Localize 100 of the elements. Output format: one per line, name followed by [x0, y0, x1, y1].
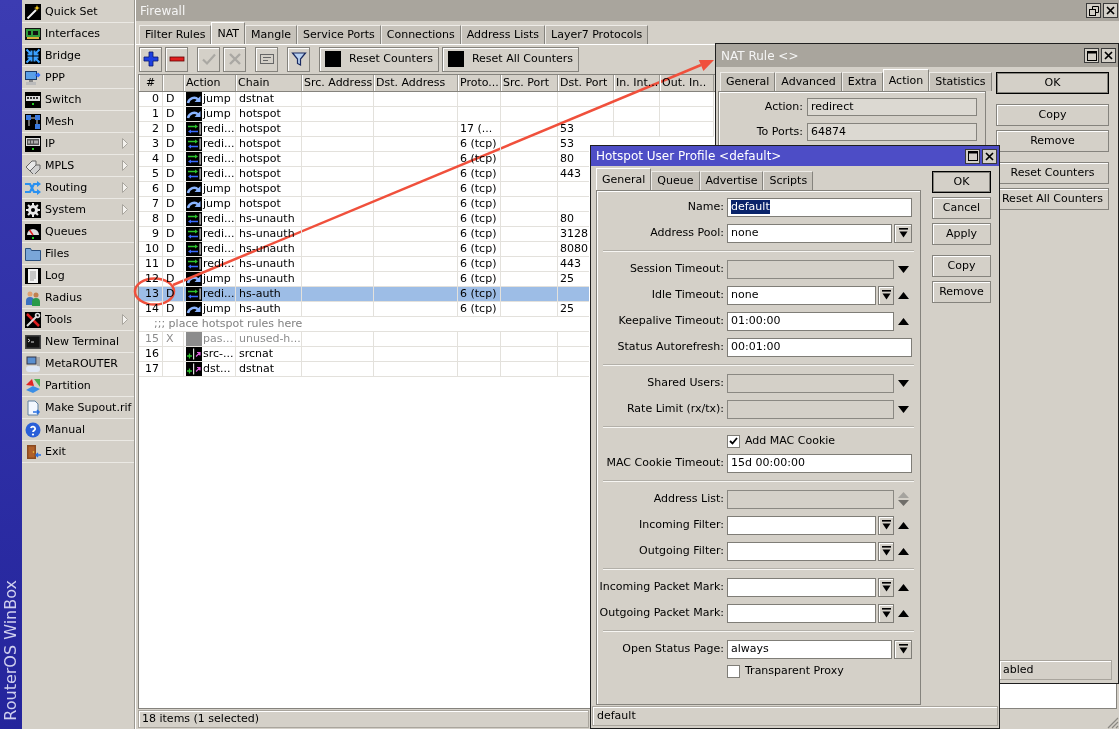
dropdown-button[interactable] — [894, 639, 912, 659]
tab[interactable]: Advertise — [699, 171, 764, 190]
input-field[interactable] — [727, 603, 876, 623]
dropdown-button[interactable] — [878, 515, 894, 535]
input-field[interactable]: 01:00:00 — [727, 311, 894, 331]
tab[interactable]: Address Lists — [460, 25, 545, 44]
shapes-icon — [25, 377, 41, 394]
menu-item[interactable]: New Terminal — [22, 331, 134, 353]
table-cell: 6 (tcp) — [458, 287, 501, 301]
tab[interactable]: Layer7 Protocols — [545, 25, 649, 44]
dropdown-button[interactable] — [878, 285, 894, 305]
down-triangle-icon[interactable] — [897, 405, 909, 413]
menu-item[interactable]: Bridge — [22, 45, 134, 67]
menu-item[interactable]: Switch — [22, 89, 134, 111]
comment-row[interactable]: ;;; place hotspot rules here — [139, 317, 589, 332]
menu-item[interactable]: Partition — [22, 375, 134, 397]
tab[interactable]: Service Ports — [297, 25, 381, 44]
tab[interactable]: Advanced — [775, 72, 842, 91]
checkbox[interactable] — [727, 664, 740, 678]
input-field[interactable]: 15d 00:00:00 — [727, 453, 912, 473]
input-field[interactable] — [727, 515, 876, 535]
close-button[interactable] — [1101, 48, 1116, 63]
input-field[interactable]: default — [727, 197, 912, 217]
dialog-button[interactable]: Cancel — [932, 197, 991, 219]
up-triangle-icon[interactable] — [897, 317, 909, 325]
input-field[interactable]: redirect — [807, 98, 977, 116]
close-button[interactable] — [1103, 3, 1118, 18]
input-field[interactable]: none — [727, 285, 876, 305]
table-row[interactable]: 17 dst... dstnat — [139, 362, 589, 377]
document-icon — [25, 267, 41, 284]
menu-item[interactable]: MetaROUTER — [22, 353, 134, 375]
menu-item[interactable]: Quick Set — [22, 1, 134, 23]
resize-grip-icon[interactable] — [1105, 715, 1119, 729]
menu-item[interactable]: Log — [22, 265, 134, 287]
maximize-button[interactable] — [965, 148, 980, 164]
menu-item[interactable]: Files — [22, 243, 134, 265]
checkbox[interactable] — [727, 434, 740, 448]
up-triangle-icon[interactable] — [897, 583, 909, 591]
tab[interactable]: NAT — [211, 22, 246, 44]
tab[interactable]: Extra — [841, 72, 883, 91]
dialog-button[interactable]: Copy — [932, 255, 991, 277]
maximize-button[interactable] — [1084, 48, 1099, 63]
menu-item[interactable]: Interfaces — [22, 23, 134, 45]
dropdown-button[interactable] — [878, 577, 894, 597]
restore-button[interactable] — [1086, 3, 1101, 18]
tab[interactable]: General — [720, 72, 776, 91]
table-cell: 15 — [139, 332, 163, 346]
menu-item[interactable]: Radius — [22, 287, 134, 309]
tab[interactable]: Action — [882, 69, 930, 91]
menu-item[interactable]: PPP — [22, 67, 134, 89]
computer-cloud-icon — [25, 355, 41, 372]
dropdown-button[interactable] — [878, 603, 894, 623]
close-icon — [985, 151, 994, 161]
tab[interactable]: Connections — [380, 25, 461, 44]
input-field[interactable] — [727, 541, 876, 561]
down-triangle-icon[interactable] — [897, 379, 909, 387]
input-field[interactable]: 64874 — [807, 123, 977, 141]
input-field[interactable] — [727, 577, 876, 597]
menu-item[interactable]: System — [22, 199, 134, 221]
up-triangle-icon[interactable] — [897, 547, 909, 555]
tab[interactable]: Statistics — [929, 72, 992, 91]
menu-item[interactable]: Tools — [22, 309, 134, 331]
dialog-button[interactable]: Copy — [996, 104, 1109, 126]
menu-item[interactable]: Manual — [22, 419, 134, 441]
table-cell: 9 — [139, 227, 163, 241]
dialog-button[interactable]: Remove — [932, 281, 991, 303]
menu-item[interactable]: Exit — [22, 441, 134, 463]
menu-item[interactable]: MPLS — [22, 155, 134, 177]
up-triangle-icon[interactable] — [897, 291, 909, 299]
menu-item[interactable]: Mesh — [22, 111, 134, 133]
menu-item[interactable]: Make Supout.rif — [22, 397, 134, 419]
restore-icon — [1088, 5, 1099, 16]
dropdown-button[interactable] — [878, 541, 894, 561]
menu-item[interactable]: IP — [22, 133, 134, 155]
tab[interactable]: Scripts — [763, 171, 814, 190]
dialog-button[interactable]: Apply — [932, 223, 991, 245]
up-triangle-icon[interactable] — [897, 521, 909, 529]
dialog-button[interactable]: OK — [932, 171, 991, 193]
tab[interactable]: Filter Rules — [139, 25, 212, 44]
menu-item[interactable]: Routing — [22, 177, 134, 199]
add-button[interactable] — [139, 46, 162, 72]
window-title: Firewall — [140, 3, 186, 18]
dropdown-button[interactable] — [894, 223, 912, 243]
table-cell: 4 — [139, 152, 163, 166]
input-field[interactable]: none — [727, 223, 892, 243]
input-field[interactable]: always — [727, 639, 892, 659]
dialog-button[interactable]: Remove — [996, 130, 1109, 152]
table-row[interactable]: 16 src-... srcnat — [139, 347, 589, 362]
tab[interactable]: Mangle — [245, 25, 298, 44]
menu-item[interactable]: Queues — [22, 221, 134, 243]
input-field[interactable]: 00:01:00 — [727, 337, 912, 357]
close-button[interactable] — [982, 148, 997, 164]
table-row[interactable]: 14 D jump hs-auth 6 (tcp) 25 — [139, 302, 589, 317]
up-down-triangles-icon — [897, 492, 909, 506]
caret-down-icon — [881, 582, 891, 592]
down-triangle-icon[interactable] — [897, 265, 909, 273]
column-header[interactable]: # — [139, 75, 163, 91]
dialog-button[interactable]: OK — [996, 72, 1109, 94]
up-triangle-icon[interactable] — [897, 609, 909, 617]
table-cell: srcnat — [236, 347, 302, 361]
